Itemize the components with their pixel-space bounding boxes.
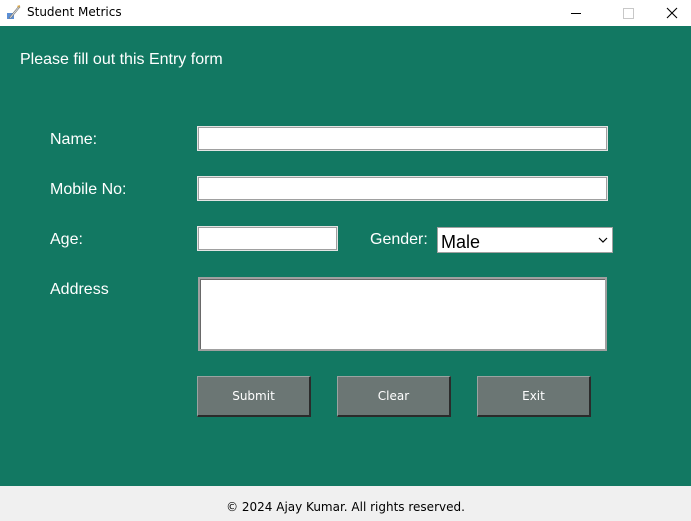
- exit-button[interactable]: Exit: [477, 376, 591, 417]
- entry-form-panel: Please fill out this Entry form Name: Mo…: [0, 26, 691, 486]
- title-bar: Student Metrics: [0, 0, 691, 26]
- gender-selected-value: Male: [441, 232, 481, 252]
- mobile-input[interactable]: [197, 176, 608, 201]
- gender-select[interactable]: Male: [437, 227, 613, 253]
- chevron-down-icon: [598, 237, 608, 243]
- address-label: Address: [50, 281, 109, 298]
- close-button[interactable]: [652, 0, 691, 26]
- minimize-icon: [571, 12, 581, 14]
- age-input[interactable]: [197, 226, 338, 251]
- submit-button[interactable]: Submit: [197, 376, 311, 417]
- copyright-text: © 2024 Ajay Kumar. All rights reserved.: [226, 500, 465, 514]
- clear-button[interactable]: Clear: [337, 376, 451, 417]
- mobile-label: Mobile No:: [50, 181, 127, 198]
- form-heading: Please fill out this Entry form: [20, 51, 223, 68]
- name-label: Name:: [50, 131, 98, 148]
- maximize-icon: [622, 7, 634, 19]
- close-icon: [666, 7, 677, 19]
- window-title: Student Metrics: [27, 5, 122, 19]
- name-input[interactable]: [197, 126, 608, 151]
- address-textarea[interactable]: [198, 277, 607, 351]
- feather-quill-icon: [6, 4, 22, 20]
- age-label: Age:: [50, 231, 83, 248]
- minimize-button[interactable]: [553, 0, 599, 26]
- gender-label: Gender:: [370, 231, 428, 248]
- maximize-button[interactable]: [605, 0, 651, 26]
- footer: © 2024 Ajay Kumar. All rights reserved.: [0, 486, 691, 521]
